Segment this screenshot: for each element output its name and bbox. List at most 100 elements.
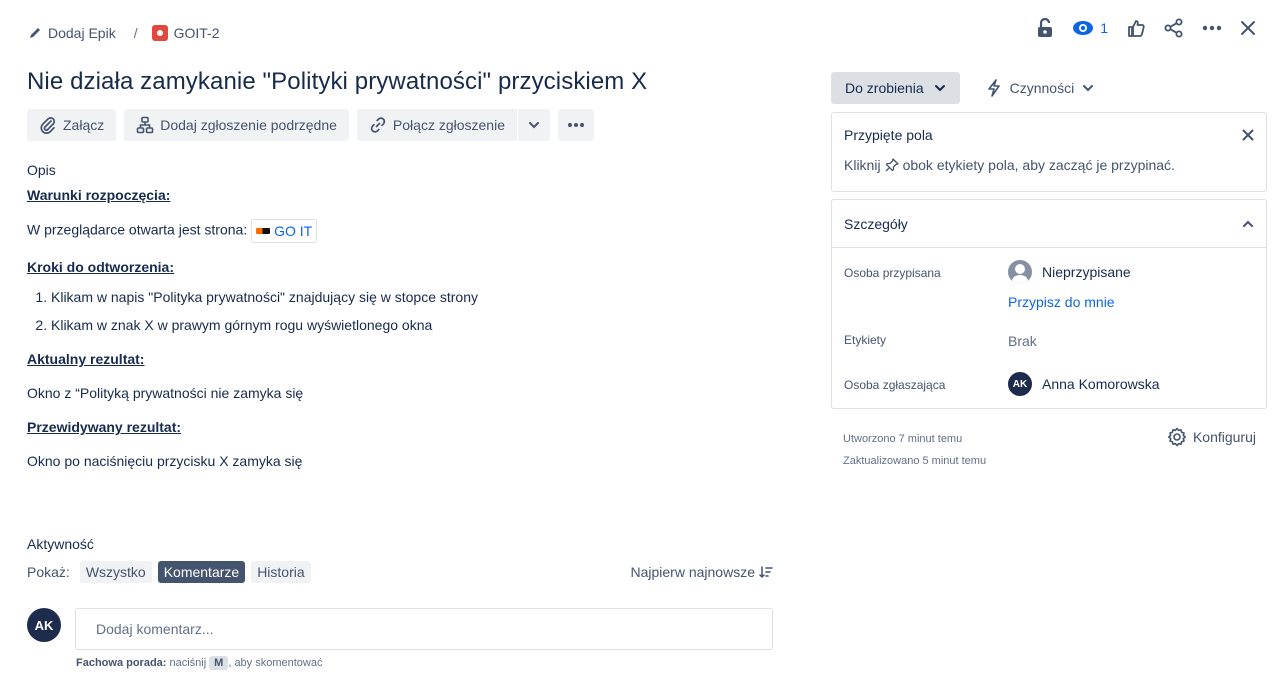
breadcrumb: Dodaj Epik / GOIT-2: [28, 20, 220, 46]
pro-tip-pre: naciśnij: [169, 657, 207, 669]
updated-timestamp: Zaktualizowano 5 minut temu: [843, 455, 987, 467]
assignee-value: Nieprzypisane: [1042, 264, 1131, 280]
assignee-label: Osoba przypisana: [844, 266, 941, 280]
goit-link-chip[interactable]: GO IT: [251, 219, 318, 243]
add-child-issue-button[interactable]: Dodaj zgłoszenie podrzędne: [124, 109, 349, 141]
close-icon[interactable]: [1242, 129, 1254, 141]
assign-to-me-link[interactable]: Przypisz do mnie: [1008, 294, 1115, 310]
status-dropdown[interactable]: Do zrobienia: [831, 72, 960, 104]
paperclip-icon: [40, 117, 56, 134]
lightning-icon: [987, 79, 1000, 97]
unlock-icon: [1038, 18, 1053, 37]
expected-result-text: Okno po naciśnięciu przycisku X zamyka s…: [27, 453, 303, 469]
chevron-down-icon: [934, 85, 945, 92]
description-section[interactable]: Opis Warunki rozpoczęcia: W przeglądarce…: [27, 162, 767, 471]
actual-result-text: Okno z “Polityką prywatności nie zamyka …: [27, 385, 304, 401]
shortcut-key: M: [209, 656, 229, 670]
actions-dropdown[interactable]: Czynności: [974, 72, 1107, 104]
link-issue-split-button: Połącz zgłoszenie: [356, 109, 550, 141]
share-icon: [1164, 18, 1183, 38]
actions-label: Czynności: [1009, 80, 1075, 96]
link-icon: [370, 117, 386, 133]
comment-input[interactable]: [75, 608, 773, 650]
activity-filter-row: Pokaż: Wszystko Komentarze Historia Najp…: [27, 560, 773, 584]
reporter-value: Anna Komorowska: [1042, 376, 1160, 392]
created-timestamp: Utworzono 7 minut temu: [843, 433, 963, 445]
attach-button[interactable]: Załącz: [27, 109, 117, 141]
pinned-fields-title: Przypięte pola: [844, 127, 933, 143]
details-panel: Szczegóły Osoba przypisana Nieprzypisane…: [831, 199, 1267, 409]
issue-timestamps: Utworzono 7 minut temu Zaktualizowano 5 …: [843, 428, 986, 472]
link-issue-dropdown[interactable]: [517, 109, 550, 141]
close-icon: [1241, 21, 1255, 35]
actual-result-heading: Aktualny rezultat:: [27, 351, 145, 367]
link-issue-label: Połącz zgłoszenie: [392, 117, 505, 133]
issue-key-link[interactable]: GOIT-2: [151, 25, 220, 41]
thumbs-up-icon: [1128, 20, 1145, 37]
attach-label: Załącz: [63, 117, 105, 133]
pro-tip-label: Fachowa porada:: [76, 657, 167, 669]
steps-heading: Kroki do odtworzenia:: [27, 259, 174, 275]
assignee-field[interactable]: Nieprzypisane: [1008, 260, 1131, 284]
goit-link-label: GO IT: [274, 223, 313, 239]
configure-label: Konfiguruj: [1192, 429, 1256, 445]
labels-label: Etykiety: [844, 333, 887, 347]
list-item: Klikam w napis "Polityka prywatności" zn…: [51, 283, 767, 311]
sort-label: Najpierw najnowsze: [630, 564, 755, 580]
activity-title: Aktywność: [27, 536, 94, 552]
add-epic-label: Dodaj Epik: [48, 25, 116, 41]
pinned-hint-before: Kliknij: [844, 157, 881, 173]
more-actions-button[interactable]: [1202, 25, 1222, 31]
avatar: AK: [27, 608, 61, 642]
expected-result-heading: Przewidywany rezultat:: [27, 419, 182, 435]
pinned-fields-panel: Przypięte pola Kliknij obok etykiety pol…: [831, 112, 1267, 192]
labels-value[interactable]: Brak: [1008, 333, 1037, 349]
pro-tip: Fachowa porada: naciśnij M , aby skoment…: [76, 656, 322, 670]
bug-icon: [151, 25, 168, 41]
share-button[interactable]: [1164, 18, 1184, 38]
reporter-row: Osoba zgłaszająca AK Anna Komorowska: [844, 372, 1160, 396]
labels-row: Etykiety Brak: [844, 333, 1037, 349]
preconditions-heading: Warunki rozpoczęcia:: [27, 187, 171, 203]
add-epic-link[interactable]: Dodaj Epik: [28, 25, 116, 41]
issue-toolbar: Załącz Dodaj zgłoszenie podrzędne Połącz…: [27, 109, 594, 141]
chevron-down-icon: [1083, 85, 1094, 92]
reporter-field[interactable]: AK Anna Komorowska: [1008, 372, 1160, 396]
avatar: AK: [1008, 372, 1032, 396]
gear-icon: [1167, 427, 1186, 447]
configure-button[interactable]: Konfiguruj: [1167, 427, 1256, 447]
status-row: Do zrobienia Czynności: [831, 72, 1106, 104]
issue-title[interactable]: Nie działa zamykanie "Polityki prywatnoś…: [27, 68, 647, 96]
hierarchy-icon: [136, 116, 154, 134]
preconditions-text: W przeglądarce otwarta jest strona:: [27, 221, 248, 238]
more-icon: [567, 123, 584, 127]
toolbar-more-button[interactable]: [557, 109, 594, 141]
filter-all[interactable]: Wszystko: [79, 561, 152, 583]
chevron-down-icon: [528, 122, 539, 129]
link-issue-button[interactable]: Połącz zgłoszenie: [356, 109, 517, 141]
sort-order-button[interactable]: Najpierw najnowsze: [630, 564, 773, 580]
issue-top-actions: 1: [1036, 18, 1256, 38]
restrictions-button[interactable]: [1036, 18, 1054, 38]
status-label: Do zrobienia: [845, 80, 924, 96]
filter-comments[interactable]: Komentarze: [157, 561, 246, 583]
pinned-hint-after: obok etykiety pola, aby zacząć je przypi…: [902, 157, 1175, 173]
watch-button[interactable]: 1: [1072, 20, 1108, 36]
steps-list: Klikam w napis "Polityka prywatności" zn…: [51, 283, 767, 339]
close-issue-button[interactable]: [1240, 20, 1256, 36]
list-item: Klikam w znak X w prawym górnym rogu wyś…: [51, 311, 767, 339]
sort-descending-icon: [759, 566, 773, 579]
chevron-up-icon: [1243, 220, 1253, 227]
preconditions-paragraph: W przeglądarce otwarta jest strona: GO I…: [27, 219, 767, 243]
pin-icon: [885, 158, 899, 172]
reporter-label: Osoba zgłaszająca: [844, 378, 946, 392]
assignee-row: Osoba przypisana Nieprzypisane: [844, 260, 1131, 284]
comment-composer: AK: [27, 608, 773, 650]
pro-tip-post: , aby skomentować: [228, 657, 323, 669]
unassigned-avatar-icon: [1008, 260, 1032, 284]
vote-button[interactable]: [1126, 18, 1146, 38]
pencil-icon: [30, 28, 40, 38]
description-label: Opis: [27, 162, 56, 178]
filter-history[interactable]: Historia: [251, 561, 311, 583]
details-header[interactable]: Szczegóły: [832, 200, 1266, 248]
